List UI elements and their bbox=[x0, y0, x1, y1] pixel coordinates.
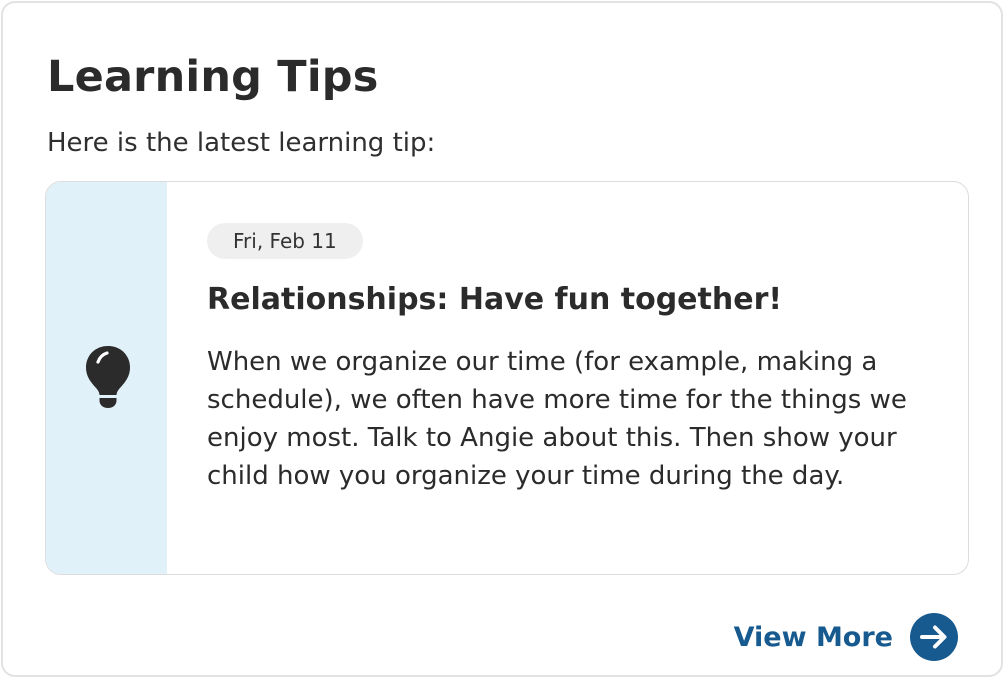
subtitle: Here is the latest learning tip: bbox=[47, 128, 436, 158]
lightbulb-icon bbox=[86, 346, 130, 408]
date-badge: Fri, Feb 11 bbox=[207, 223, 363, 259]
tip-title: Relationships: Have fun together! bbox=[207, 282, 783, 317]
page-title: Learning Tips bbox=[47, 52, 379, 102]
tip-body: When we organize our time (for example, … bbox=[207, 347, 907, 491]
tip-card: Fri, Feb 11 Relationships: Have fun toge… bbox=[45, 181, 969, 575]
tip-icon-stripe bbox=[46, 182, 167, 574]
view-more-link[interactable]: View More bbox=[734, 612, 959, 662]
learning-tips-card: Learning Tips Here is the latest learnin… bbox=[1, 1, 1003, 677]
view-more-label: View More bbox=[733, 621, 893, 653]
arrow-right-circle-icon bbox=[910, 613, 958, 661]
